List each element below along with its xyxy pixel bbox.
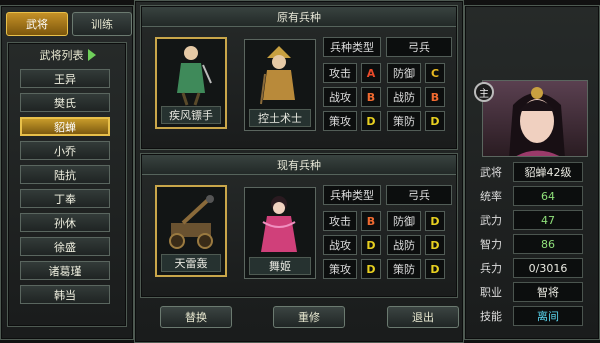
profile-stat-label: 统率	[480, 190, 502, 203]
repair-button-label: 重修	[298, 311, 320, 324]
current-unit-title: 现有兵种	[277, 158, 321, 172]
list-title-label: 武将列表	[39, 49, 84, 62]
stat-grade: D	[425, 111, 445, 131]
repair-button[interactable]: 重修	[273, 306, 345, 328]
profile-stat-value: 智将	[513, 282, 583, 302]
replace-button-label: 替换	[185, 311, 207, 324]
unit-type-label: 兵种类型	[323, 185, 381, 205]
unit-card-current-2[interactable]: 舞姬	[244, 187, 316, 279]
profile-stat-label: 武力	[480, 214, 502, 227]
general-list-item[interactable]: 貂蝉	[20, 117, 110, 136]
general-list-item[interactable]: 丁奉	[20, 189, 110, 208]
original-unit-title: 原有兵种	[277, 10, 321, 24]
unit-portrait	[169, 195, 214, 249]
profile-stat-label: 武将	[480, 166, 502, 179]
exit-button-label: 退出	[412, 311, 434, 324]
stat-label: 战防	[387, 235, 421, 255]
unit-type-value: 弓兵	[386, 185, 452, 205]
unit-card-original-2[interactable]: 控土术士	[244, 39, 316, 131]
unit-name: 控土术士	[249, 109, 311, 127]
unit-name: 疾风镖手	[161, 106, 221, 124]
stat-label: 战攻	[323, 87, 357, 107]
profile-stat-value: 64	[513, 186, 583, 206]
stat-grade: C	[425, 63, 445, 83]
profile-stat-value[interactable]: 离间	[513, 306, 583, 326]
stat-label: 攻击	[323, 211, 357, 231]
stat-grade: D	[425, 235, 445, 255]
stat-label: 策攻	[323, 111, 357, 131]
list-title: 武将列表	[22, 46, 114, 64]
profile-stat-value: 47	[513, 210, 583, 230]
general-list-item[interactable]: 诸葛瑾	[20, 261, 110, 280]
stat-label: 策防	[387, 259, 421, 279]
collapse-arrow-icon[interactable]	[87, 49, 97, 61]
unit-card-original-1[interactable]: 疾风镖手	[155, 37, 227, 129]
profile-badge: 主	[474, 82, 494, 102]
stat-grade: D	[425, 259, 445, 279]
unit-portrait	[261, 196, 297, 252]
profile-stat-value: 貂蝉42级	[513, 162, 583, 182]
stat-label: 攻击	[323, 63, 357, 83]
unit-card-current-1[interactable]: 天雷轰	[155, 185, 227, 277]
replace-button[interactable]: 替换	[160, 306, 232, 328]
stat-label: 防御	[387, 211, 421, 231]
exit-button[interactable]: 退出	[387, 306, 459, 328]
stat-grade: B	[361, 211, 381, 231]
profile-stat-value: 86	[513, 234, 583, 254]
unit-type-value: 弓兵	[386, 37, 452, 57]
stat-label: 战攻	[323, 235, 357, 255]
unit-name: 天雷轰	[161, 254, 221, 272]
profile-stat-label: 兵力	[480, 262, 502, 275]
stat-label: 策防	[387, 111, 421, 131]
general-list-item[interactable]: 樊氏	[20, 93, 110, 112]
tab-train-label: 训练	[91, 18, 113, 31]
unit-type-label: 兵种类型	[323, 37, 381, 57]
stat-grade: D	[361, 111, 381, 131]
tab-train[interactable]: 训练	[72, 12, 132, 36]
general-list-item[interactable]: 徐盛	[20, 237, 110, 256]
stat-grade: B	[425, 87, 445, 107]
tab-general[interactable]: 武将	[6, 12, 68, 36]
general-list-item[interactable]: 韩当	[20, 285, 110, 304]
original-unit-header: 原有兵种	[142, 7, 456, 27]
stat-label: 策攻	[323, 259, 357, 279]
stat-grade: D	[425, 211, 445, 231]
stat-grade: A	[361, 63, 381, 83]
stat-grade: B	[361, 87, 381, 107]
tab-general-label: 武将	[26, 18, 48, 31]
stat-grade: D	[361, 259, 381, 279]
unit-portrait	[177, 46, 212, 106]
stat-grade: D	[361, 235, 381, 255]
general-list-item[interactable]: 陆抗	[20, 165, 110, 184]
general-list-item[interactable]: 孙休	[20, 213, 110, 232]
general-list-item[interactable]: 小乔	[20, 141, 110, 160]
stat-label: 防御	[387, 63, 421, 83]
profile-stat-label: 技能	[480, 310, 502, 323]
current-unit-header: 现有兵种	[142, 155, 456, 175]
profile-stat-label: 职业	[480, 286, 502, 299]
unit-name: 舞姬	[249, 257, 311, 275]
general-portrait	[482, 80, 588, 157]
stat-label: 战防	[387, 87, 421, 107]
unit-portrait	[260, 46, 295, 105]
profile-badge-label: 主	[479, 88, 489, 100]
profile-stat-label: 智力	[480, 238, 502, 251]
general-list-item[interactable]: 王异	[20, 69, 110, 88]
profile-stat-value: 0/3016	[513, 258, 583, 278]
